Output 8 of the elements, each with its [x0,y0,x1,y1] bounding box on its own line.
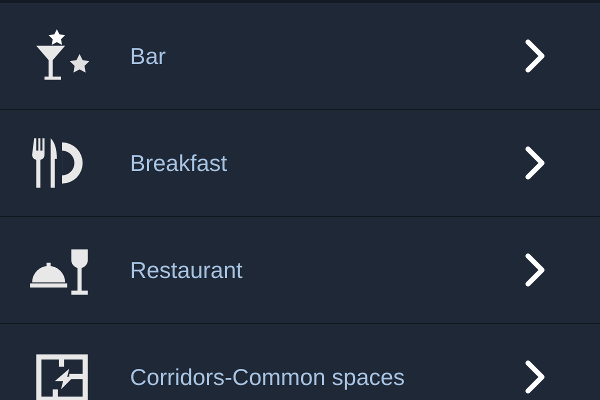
menu-label: Bar [130,42,167,70]
menu-item[interactable]: Breakfast [0,110,600,217]
menu-item[interactable]: Restaurant [0,217,600,324]
menu-label: Corridors-Common spaces [130,364,406,390]
menu-label: Restaurant [130,256,244,284]
menu-label: Breakfast [130,150,228,176]
menu-item[interactable]: Bar [0,3,600,110]
menu-item[interactable]: Corridors-Common spaces [0,324,600,400]
